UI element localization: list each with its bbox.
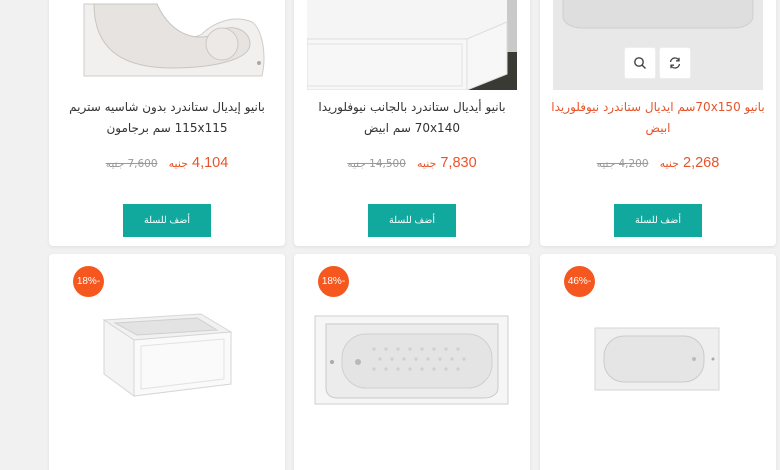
add-to-cart-button[interactable]: أضف للسلة xyxy=(368,204,456,237)
product-image[interactable] xyxy=(89,310,239,402)
search-icon xyxy=(634,57,646,69)
compare-button[interactable] xyxy=(660,48,690,78)
product-title-line: بانيو إيديال ستاندرد بدون شاسيه ستريم xyxy=(69,100,265,114)
product-card[interactable]: 18%- xyxy=(294,254,530,470)
discount-badge: 46%- xyxy=(564,266,595,297)
add-to-cart-button[interactable]: أضف للسلة xyxy=(123,204,211,237)
product-title-line: 70x140 سم ابيض xyxy=(364,121,460,135)
product-card[interactable]: بانيو 70x150سم ايديال ستاندرد نيوفلوريدا… xyxy=(540,0,776,246)
product-title-line: بانيو 70x150سم ايديال ستاندرد نيوفلوريدا xyxy=(551,100,765,114)
product-card[interactable]: بانيو إيديال ستاندرد بدون شاسيه ستريم 11… xyxy=(49,0,285,246)
current-price: 4,104 جنيه xyxy=(168,155,229,171)
current-price: 2,268 جنيه xyxy=(659,155,720,171)
add-to-cart-button[interactable]: أضف للسلة xyxy=(614,204,702,237)
old-price: 4,200 جنيه xyxy=(596,158,649,170)
price-row: 4,104 جنيه 7,600 جنيه xyxy=(49,152,285,171)
refresh-icon xyxy=(669,57,681,69)
old-price: 7,600 جنيه xyxy=(105,158,158,170)
price-row: 2,268 جنيه 4,200 جنيه xyxy=(540,152,776,171)
price-row: 7,830 جنيه 14,500 جنيه xyxy=(294,152,530,171)
quick-view-button[interactable] xyxy=(625,48,655,78)
product-image[interactable] xyxy=(592,324,722,416)
product-image[interactable] xyxy=(307,0,517,90)
product-title-line: بانيو أيديال ستاندرد بالجانب نيوفلوريدا xyxy=(318,100,506,114)
product-image[interactable] xyxy=(62,0,272,84)
product-title[interactable]: بانيو إيديال ستاندرد بدون شاسيه ستريم 11… xyxy=(59,97,275,139)
product-title-line: 115x115 سم برجامون xyxy=(106,121,228,135)
product-title-line: ابيض xyxy=(645,121,671,135)
discount-badge: 18%- xyxy=(73,266,104,297)
current-price: 7,830 جنيه xyxy=(416,155,477,171)
old-price: 14,500 جنيه xyxy=(347,158,406,170)
product-title[interactable]: بانيو 70x150سم ايديال ستاندرد نيوفلوريدا… xyxy=(550,97,766,139)
product-card[interactable]: 46%- xyxy=(540,254,776,470)
product-title[interactable]: بانيو أيديال ستاندرد بالجانب نيوفلوريدا … xyxy=(304,97,520,139)
product-card[interactable]: 18%- xyxy=(49,254,285,470)
product-card[interactable]: بانيو أيديال ستاندرد بالجانب نيوفلوريدا … xyxy=(294,0,530,246)
product-image[interactable] xyxy=(314,314,510,408)
discount-badge: 18%- xyxy=(318,266,349,297)
product-image[interactable] xyxy=(553,0,763,90)
